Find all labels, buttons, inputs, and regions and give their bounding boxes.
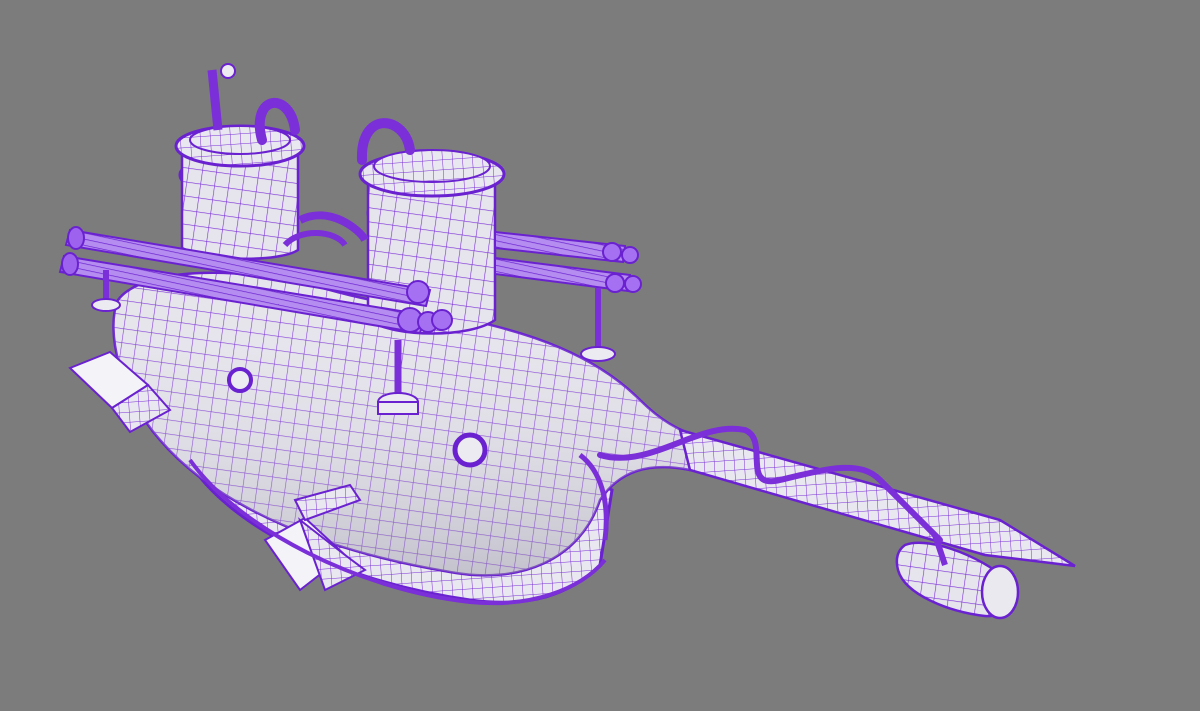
- 3d-viewport[interactable]: [0, 0, 1200, 711]
- rear-tower: [174, 63, 306, 260]
- porthole-1: [227, 367, 253, 393]
- porthole-2: [452, 432, 488, 468]
- submarine-model[interactable]: [0, 0, 1200, 711]
- front-tower: [356, 118, 506, 335]
- support-post-right: [580, 288, 616, 362]
- tail-shaft: [678, 428, 1076, 568]
